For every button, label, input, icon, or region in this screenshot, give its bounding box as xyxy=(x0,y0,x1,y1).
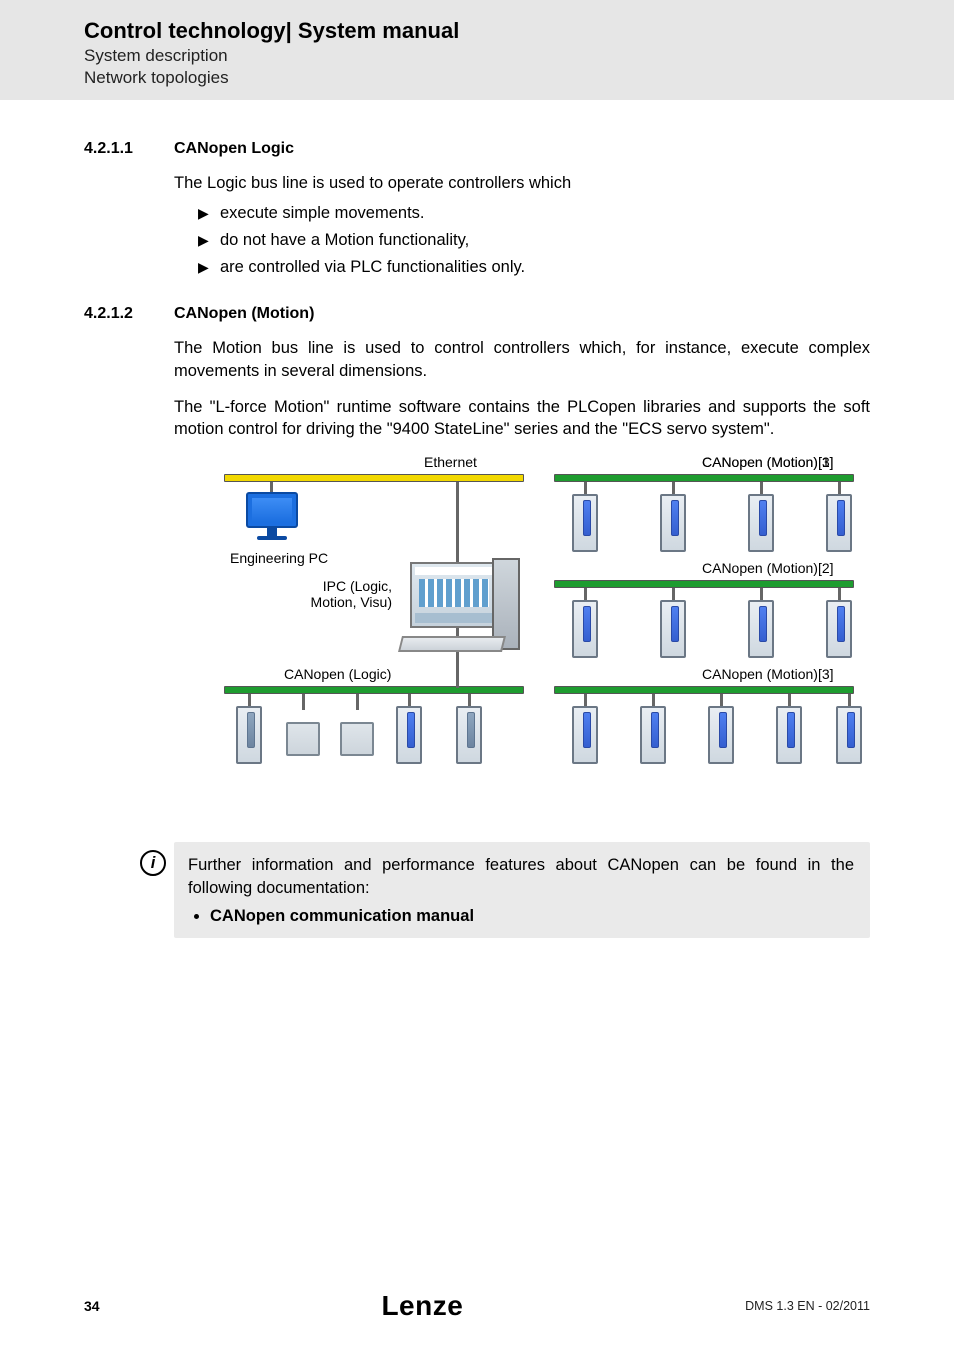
drop-line xyxy=(760,588,763,600)
engineering-pc-icon xyxy=(242,492,302,544)
drop-line xyxy=(672,482,675,494)
drop-line xyxy=(584,694,587,706)
section2-p1: The Motion bus line is used to control c… xyxy=(174,337,870,382)
module-icon xyxy=(236,706,262,764)
info-list-item: CANopen communication manual xyxy=(210,907,854,926)
canopen-logic-bus xyxy=(224,686,524,694)
doc-subtitle-1: System description xyxy=(84,46,954,66)
section2-p2: The "L-force Motion" runtime software co… xyxy=(174,396,870,441)
info-note: i Further information and performance fe… xyxy=(174,842,870,938)
drive-icon xyxy=(396,706,422,764)
ethernet-bus xyxy=(224,474,524,482)
canopen-motion2-bus xyxy=(554,580,854,588)
doc-version: DMS 1.3 EN - 02/2011 xyxy=(745,1299,870,1313)
section-title: CANopen (Motion) xyxy=(174,305,314,323)
module-icon xyxy=(340,722,374,756)
info-icon: i xyxy=(140,850,166,876)
page-header: Control technology| System manual System… xyxy=(0,0,954,100)
drive-icon xyxy=(776,706,802,764)
topology-diagram: Ethernet CANopen (Motion)[1] CANopen (Mo… xyxy=(224,454,870,814)
info-text: Further information and performance feat… xyxy=(188,854,854,899)
engpc-label: Engineering PC xyxy=(230,550,328,566)
brand-logo: Lenze xyxy=(381,1290,463,1322)
drive-icon xyxy=(572,600,598,658)
drop-line xyxy=(652,694,655,706)
logic-label: CANopen (Logic) xyxy=(284,666,391,682)
module-icon xyxy=(286,722,320,756)
drop-line xyxy=(584,588,587,600)
motion3-label: CANopen (Motion)[3] xyxy=(702,454,834,470)
section-4-2-1-1-heading: 4.2.1.1 CANopen Logic xyxy=(84,140,870,158)
page-footer: 34 Lenze DMS 1.3 EN - 02/2011 xyxy=(0,1290,954,1322)
section-title: CANopen Logic xyxy=(174,140,294,158)
ipc-icon xyxy=(400,558,520,652)
ipc-label: IPC (Logic, Motion, Visu) xyxy=(284,578,392,610)
drive-icon xyxy=(660,494,686,552)
drop-line xyxy=(408,694,411,706)
drive-icon xyxy=(640,706,666,764)
bullet-item: do not have a Motion functionality, xyxy=(198,231,870,250)
drive-icon xyxy=(572,706,598,764)
canopen-motion3-bus xyxy=(554,686,854,694)
section1-intro: The Logic bus line is used to operate co… xyxy=(174,172,870,194)
doc-title: Control technology| System manual xyxy=(84,18,954,44)
drive-icon xyxy=(572,494,598,552)
ethernet-label: Ethernet xyxy=(424,454,477,470)
drive-icon xyxy=(826,600,852,658)
bullet-item: execute simple movements. xyxy=(198,204,870,223)
drive-icon xyxy=(826,494,852,552)
drive-icon xyxy=(660,600,686,658)
drop-line xyxy=(720,694,723,706)
drop-line xyxy=(584,482,587,494)
drop-line xyxy=(838,482,841,494)
section-number: 4.2.1.2 xyxy=(84,305,174,323)
bullet-item: are controlled via PLC functionalities o… xyxy=(198,258,870,277)
drop-line xyxy=(248,694,251,706)
section-4-2-1-2-heading: 4.2.1.2 CANopen (Motion) xyxy=(84,305,870,323)
drop-line xyxy=(838,588,841,600)
drive-icon xyxy=(748,600,774,658)
drive-icon xyxy=(836,706,862,764)
motion2-label: CANopen (Motion)[2] xyxy=(702,560,834,576)
section1-bullets: execute simple movements. do not have a … xyxy=(198,204,870,277)
drop-line xyxy=(848,694,851,706)
drop-line xyxy=(468,694,471,706)
drop-line xyxy=(672,588,675,600)
drop-line xyxy=(356,694,359,710)
drop-line xyxy=(270,482,273,492)
drive-icon xyxy=(708,706,734,764)
module-icon xyxy=(456,706,482,764)
drop-line xyxy=(302,694,305,710)
section-number: 4.2.1.1 xyxy=(84,140,174,158)
drop-line xyxy=(788,694,791,706)
doc-subtitle-2: Network topologies xyxy=(84,68,954,88)
drive-icon xyxy=(748,494,774,552)
canopen-motion1-bus xyxy=(554,474,854,482)
drop-line xyxy=(760,482,763,494)
motion3-label: CANopen (Motion)[3] xyxy=(702,666,834,682)
page-number: 34 xyxy=(84,1298,100,1314)
